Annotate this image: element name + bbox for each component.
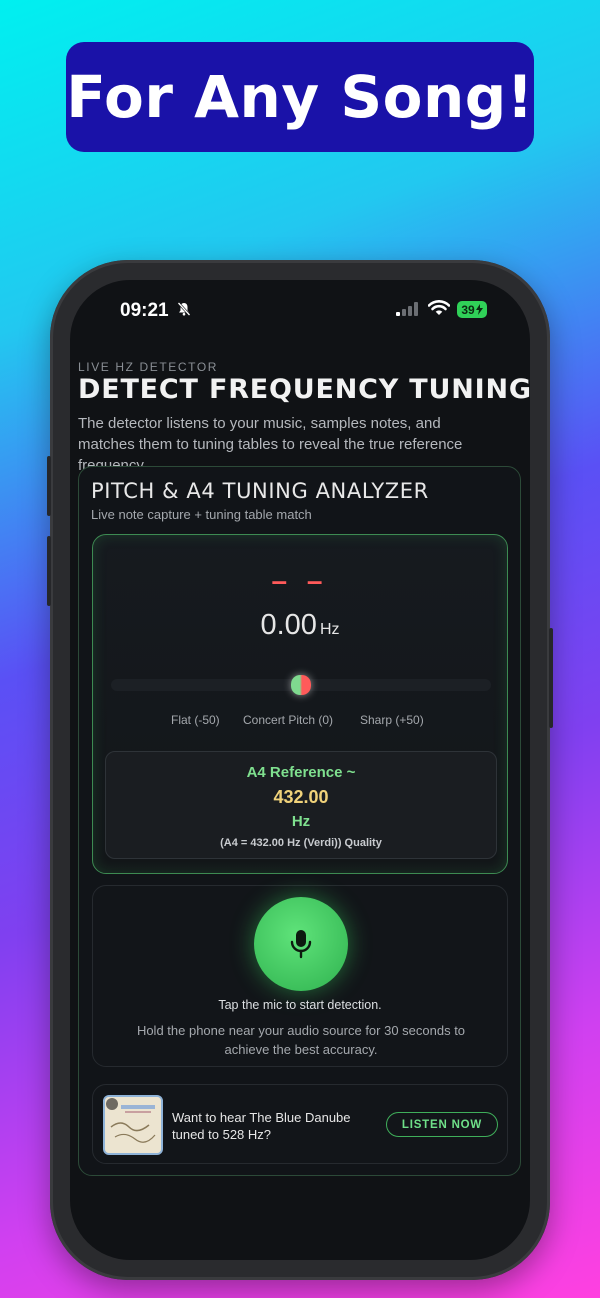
charging-bolt-icon (475, 304, 483, 315)
battery-level: 39 (461, 302, 475, 317)
reference-label: A4 Reference ~ (246, 764, 356, 781)
cents-needle (291, 675, 311, 695)
reference-unit: Hz (291, 813, 311, 830)
side-button-action (47, 456, 51, 516)
status-bar: 09:21 39 (70, 280, 530, 340)
analyzer-title: PITCH & A4 TUNING ANALYZER (91, 479, 429, 503)
scale-sharp-label: Sharp (+50) (360, 713, 424, 727)
side-button-power (549, 628, 553, 728)
mic-hint: Tap the mic to start detection. (218, 998, 382, 1012)
analyzer-subtitle: Live note capture + tuning table match (91, 507, 312, 522)
scale-center-label: Concert Pitch (0) (243, 713, 334, 727)
bell-muted-icon (176, 301, 192, 322)
side-button-volume (47, 536, 51, 606)
status-time: 09:21 (120, 300, 169, 321)
reference-value: 432.00 (273, 787, 329, 807)
analyzer-card: PITCH & A4 TUNING ANALYZER Live note cap… (78, 466, 521, 1176)
page-title: DETECT FREQUENCY TUNING (78, 374, 530, 405)
microphone-icon (290, 930, 312, 959)
reference-note: (A4 = 432.00 Hz (Verdi)) Quality (220, 837, 382, 849)
mic-button[interactable] (254, 897, 348, 991)
cellular-signal-icon (396, 302, 420, 321)
frequency-value: 0.00 (260, 609, 317, 641)
promo-text: Want to hear The Blue Danube tuned to 52… (172, 1110, 351, 1142)
phone-frame: 09:21 39 LIVE HZ DETECTOR DETECT FREQUEN… (47, 260, 553, 1280)
section-eyebrow: LIVE HZ DETECTOR (78, 360, 219, 374)
frequency-unit: Hz (319, 621, 340, 638)
tuning-meter: – – 0.00 Hz Flat (-50) Concert Pitch (0) … (92, 534, 508, 874)
wifi-icon (427, 300, 451, 321)
listen-now-button[interactable]: LISTEN NOW (386, 1112, 498, 1137)
detected-note: – – (271, 565, 329, 596)
battery-indicator: 39 (457, 301, 487, 318)
promo-banner: For Any Song! (66, 42, 534, 152)
song-promo-card[interactable]: Want to hear The Blue Danube tuned to 52… (92, 1084, 508, 1164)
a4-reference-panel: A4 Reference ~ 432.00 Hz (A4 = 432.00 Hz… (105, 751, 497, 859)
album-art-thumbnail (103, 1095, 163, 1155)
mic-instructions: Hold the phone near your audio source fo… (136, 1023, 466, 1057)
scale-flat-label: Flat (-50) (171, 713, 220, 727)
phone-screen: 09:21 39 LIVE HZ DETECTOR DETECT FREQUEN… (70, 280, 530, 1260)
mic-panel: Tap the mic to start detection. Hold the… (92, 885, 508, 1067)
banner-headline: For Any Song! (66, 63, 534, 131)
frequency-readout: 0.00 Hz (93, 609, 507, 642)
